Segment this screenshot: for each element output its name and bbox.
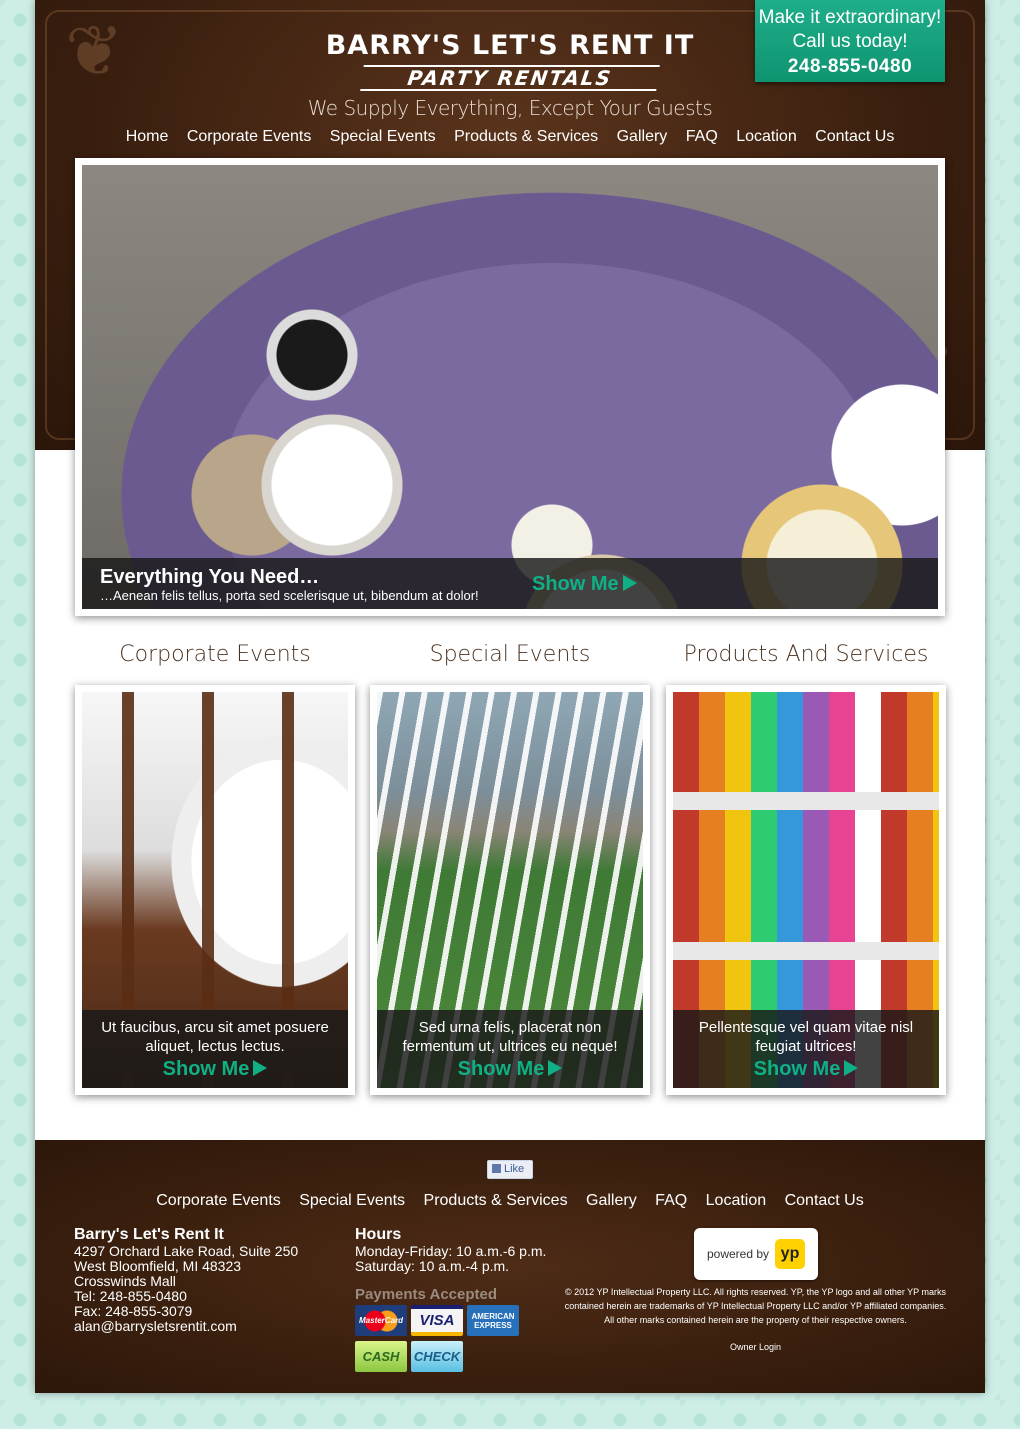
hero-title: Everything You Need… [100, 566, 320, 588]
section-title-special: Special Events [429, 642, 591, 667]
footer-nav-products-services[interactable]: Products & Services [424, 1192, 568, 1209]
visa-icon: VISA [411, 1305, 463, 1336]
footer-nav: Corporate Events Special Events Products… [35, 1192, 985, 1210]
payments-label: Payments Accepted [355, 1286, 498, 1303]
footer: Like Corporate Events Special Events Pro… [35, 1140, 985, 1393]
check-icon: CHECK [411, 1341, 463, 1372]
business-hours: Hours Monday-Friday: 10 a.m.-6 p.m. Satu… [355, 1226, 546, 1274]
call-us-box: Make it extraordinary! Call us today! 24… [755, 0, 945, 82]
hero-subtitle: …Aenean felis tellus, porta sed sceleris… [100, 588, 479, 603]
nav-faq[interactable]: FAQ [686, 128, 718, 145]
callout-phone[interactable]: 248-855-0480 [755, 54, 945, 80]
yp-logo-icon: yp [775, 1239, 806, 1269]
copyright-notice: © 2012 YP Intellectual Property LLC. All… [564, 1287, 947, 1325]
play-arrow-icon [844, 1060, 859, 1076]
nav-gallery[interactable]: Gallery [617, 128, 668, 145]
footer-nav-faq[interactable]: FAQ [655, 1192, 687, 1209]
hours-title: Hours [355, 1226, 402, 1243]
show-me-label: Show Me [162, 1058, 250, 1080]
show-me-label: Show Me [753, 1058, 841, 1080]
nav-corporate-events[interactable]: Corporate Events [187, 128, 312, 145]
play-arrow-icon [253, 1060, 268, 1076]
telephone: Tel: 248-855-0480 [74, 1288, 187, 1304]
hours-saturday: Saturday: 10 a.m.-4 p.m. [355, 1258, 510, 1274]
nav-home[interactable]: Home [126, 128, 169, 145]
card-special-events[interactable]: Sed urna felis, placerat non fermentum u… [370, 685, 650, 1095]
nav-location[interactable]: Location [736, 128, 797, 145]
card-corporate-events[interactable]: Ut faucibus, arcu sit amet posuere aliqu… [75, 685, 355, 1095]
fax: Fax: 248-855-3079 [74, 1303, 193, 1319]
products-show-me-button[interactable]: Show Me [673, 1058, 939, 1081]
hero-image-table-setting [82, 165, 938, 609]
footer-nav-special-events[interactable]: Special Events [299, 1192, 405, 1209]
footer-nav-corporate-events[interactable]: Corporate Events [156, 1192, 281, 1209]
page-container: ❦ ❦ BARRY'S LET'S RENT IT PARTY RENTALS … [35, 0, 985, 1393]
payments-accepted: Payments Accepted MasterCard VISA AMERIC… [355, 1286, 519, 1377]
card-caption: Ut faucibus, arcu sit amet posuere aliqu… [82, 1010, 348, 1088]
business-name: Barry's Let's Rent It [74, 1226, 224, 1243]
email-link[interactable]: alan@barrysletsrentit.com [74, 1319, 298, 1334]
footer-nav-gallery[interactable]: Gallery [586, 1192, 637, 1209]
play-arrow-icon [548, 1060, 563, 1076]
nav-special-events[interactable]: Special Events [330, 128, 436, 145]
powered-by-label: powered by [706, 1247, 770, 1261]
main-nav: Home Corporate Events Special Events Pro… [35, 128, 985, 146]
footer-nav-contact-us[interactable]: Contact Us [785, 1192, 864, 1209]
nav-products-services[interactable]: Products & Services [454, 128, 598, 145]
callout-line2: Call us today! [792, 31, 908, 52]
hero-slider: Everything You Need… …Aenean felis tellu… [75, 158, 945, 616]
cash-icon: CASH [355, 1341, 407, 1372]
card-caption: Pellentesque vel quam vitae nisl feugiat… [673, 1010, 939, 1088]
footer-nav-location[interactable]: Location [706, 1192, 767, 1209]
play-arrow-icon [622, 575, 637, 591]
show-me-label: Show Me [457, 1058, 545, 1080]
owner-login-link[interactable]: Owner Login [563, 1342, 948, 1352]
nav-contact-us[interactable]: Contact Us [815, 128, 894, 145]
section-title-products: Products And Services [683, 642, 929, 667]
powered-by-yp-badge[interactable]: powered by yp [694, 1228, 818, 1280]
hero-caption: Everything You Need… …Aenean felis tellu… [82, 558, 938, 609]
card-products-services[interactable]: Pellentesque vel quam vitae nisl feugiat… [666, 685, 946, 1095]
address-line1: 4297 Orchard Lake Road, Suite 250 [74, 1243, 299, 1259]
callout-line1: Make it extraordinary! [758, 7, 942, 28]
address-line2: West Bloomfield, MI 48323 [74, 1258, 242, 1274]
special-show-me-button[interactable]: Show Me [377, 1058, 643, 1081]
facebook-like-button[interactable]: Like [487, 1160, 533, 1179]
card-text: Sed urna felis, placerat non fermentum u… [402, 1019, 618, 1055]
address-line3: Crosswinds Mall [74, 1273, 176, 1289]
logo-subtitle[interactable]: PARTY RENTALS [360, 65, 660, 91]
corporate-show-me-button[interactable]: Show Me [82, 1058, 348, 1081]
hero-show-me-label: Show Me [532, 573, 619, 595]
hours-weekday: Monday-Friday: 10 a.m.-6 p.m. [355, 1243, 547, 1259]
card-caption: Sed urna felis, placerat non fermentum u… [377, 1010, 643, 1088]
like-label: Like [504, 1163, 525, 1175]
thumbs-up-icon [492, 1164, 501, 1173]
section-title-corporate: Corporate Events [119, 642, 311, 667]
american-express-icon: AMERICAN EXPRESS [467, 1305, 519, 1336]
card-text: Ut faucibus, arcu sit amet posuere aliqu… [101, 1019, 329, 1055]
business-address: Barry's Let's Rent It 4297 Orchard Lake … [74, 1226, 298, 1334]
tagline: We Supply Everything, Except Your Guests [307, 96, 713, 120]
hero-show-me-button[interactable]: Show Me [532, 573, 637, 596]
mastercard-icon: MasterCard [355, 1305, 407, 1336]
card-text: Pellentesque vel quam vitae nisl feugiat… [698, 1019, 914, 1055]
